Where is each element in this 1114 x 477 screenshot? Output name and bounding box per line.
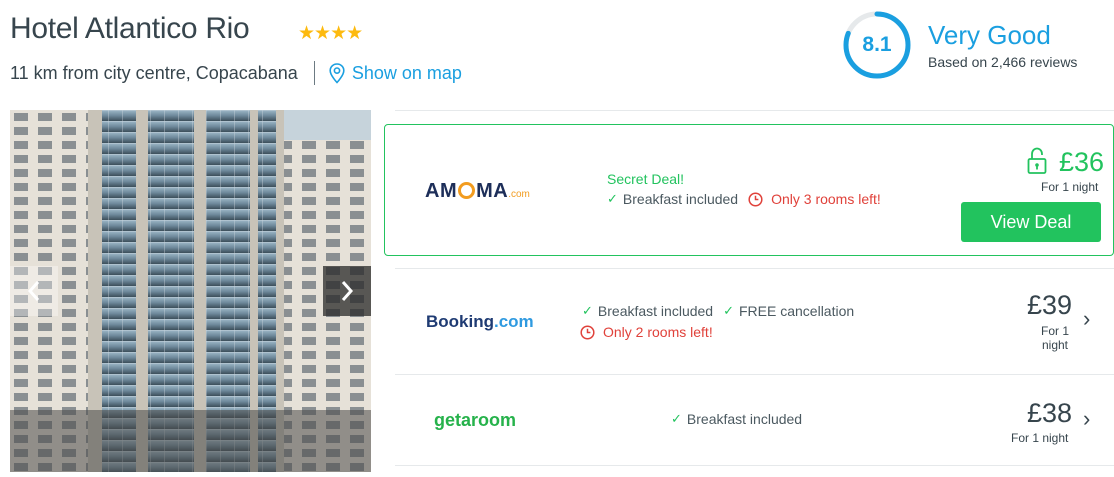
review-count: Based on 2,466 reviews [928, 54, 1078, 70]
rating-score: 8.1 [862, 33, 892, 56]
price-period: For 1 night [1041, 180, 1099, 194]
feature-free-cancellation: FREE cancellation [739, 303, 855, 319]
check-icon: ✓ [582, 303, 593, 318]
hotel-distance: 11 km from city centre, Copacabana [10, 62, 298, 83]
unlock-icon [1027, 147, 1047, 174]
divider [395, 374, 1114, 375]
map-pin-icon [329, 62, 345, 84]
rating-label: Very Good [928, 20, 1051, 50]
check-icon: ✓ [723, 303, 734, 318]
gallery-next-button[interactable] [323, 266, 371, 316]
hotel-name: Hotel Atlantico Rio [10, 12, 250, 45]
chevron-right-icon[interactable]: › [1083, 306, 1090, 332]
deal-booking[interactable]: Booking.com ✓ Breakfast included ✓ FREE … [395, 270, 1114, 374]
feature-breakfast: Breakfast included [686, 411, 803, 427]
check-icon: ✓ [607, 191, 618, 206]
rooms-left-text: Only 2 rooms left! [603, 324, 713, 340]
hotel-location-line: 11 km from city centre, Copacabana Show … [10, 61, 462, 85]
show-on-map-label: Show on map [351, 62, 462, 83]
clock-icon [748, 191, 763, 207]
view-deal-button[interactable]: View Deal [961, 202, 1101, 242]
divider [395, 268, 1114, 269]
hotel-building-image [10, 110, 371, 472]
rooms-left-alert: Only 2 rooms left! [580, 324, 713, 340]
feature-breakfast: Breakfast included [622, 191, 739, 207]
star-rating: ★★★★ [298, 23, 363, 44]
check-icon: ✓ [671, 411, 682, 426]
booking-logo: Booking.com [426, 312, 534, 331]
deal-getaroom[interactable]: getaroom ✓ Breakfast included £38 For 1 … [395, 376, 1114, 477]
divider [313, 61, 315, 85]
clock-icon [580, 324, 595, 340]
deal-price: £36 [1059, 147, 1105, 177]
deal-price: £39 [1027, 290, 1073, 320]
getaroom-logo: getaroom [434, 410, 517, 430]
chevron-right-icon[interactable]: › [1083, 406, 1090, 432]
deal-features: ✓ Breakfast included Only 3 rooms left! [607, 191, 881, 207]
deal-amoma[interactable]: AM MA.com Secret Deal! ✓ Breakfast includ… [384, 124, 1114, 256]
deal-features: ✓ Breakfast included ✓ FREE cancellation [582, 303, 854, 319]
price-period: For 1 night [1040, 324, 1069, 352]
amoma-logo: AM MA.com [425, 180, 530, 202]
deal-features: ✓ Breakfast included [671, 411, 802, 427]
hotel-photo[interactable] [10, 110, 371, 472]
feature-breakfast: Breakfast included [597, 303, 714, 319]
deal-price: £38 [1027, 398, 1073, 428]
rooms-left-alert: Only 3 rooms left! [771, 191, 881, 207]
gallery-prev-button[interactable] [10, 266, 58, 316]
chevron-left-icon [27, 281, 40, 301]
divider [395, 110, 1114, 111]
price-period: For 1 night [1011, 431, 1069, 445]
show-on-map-link[interactable]: Show on map [329, 63, 462, 84]
secret-deal-badge: Secret Deal! [607, 171, 685, 187]
chevron-right-icon [341, 281, 354, 301]
